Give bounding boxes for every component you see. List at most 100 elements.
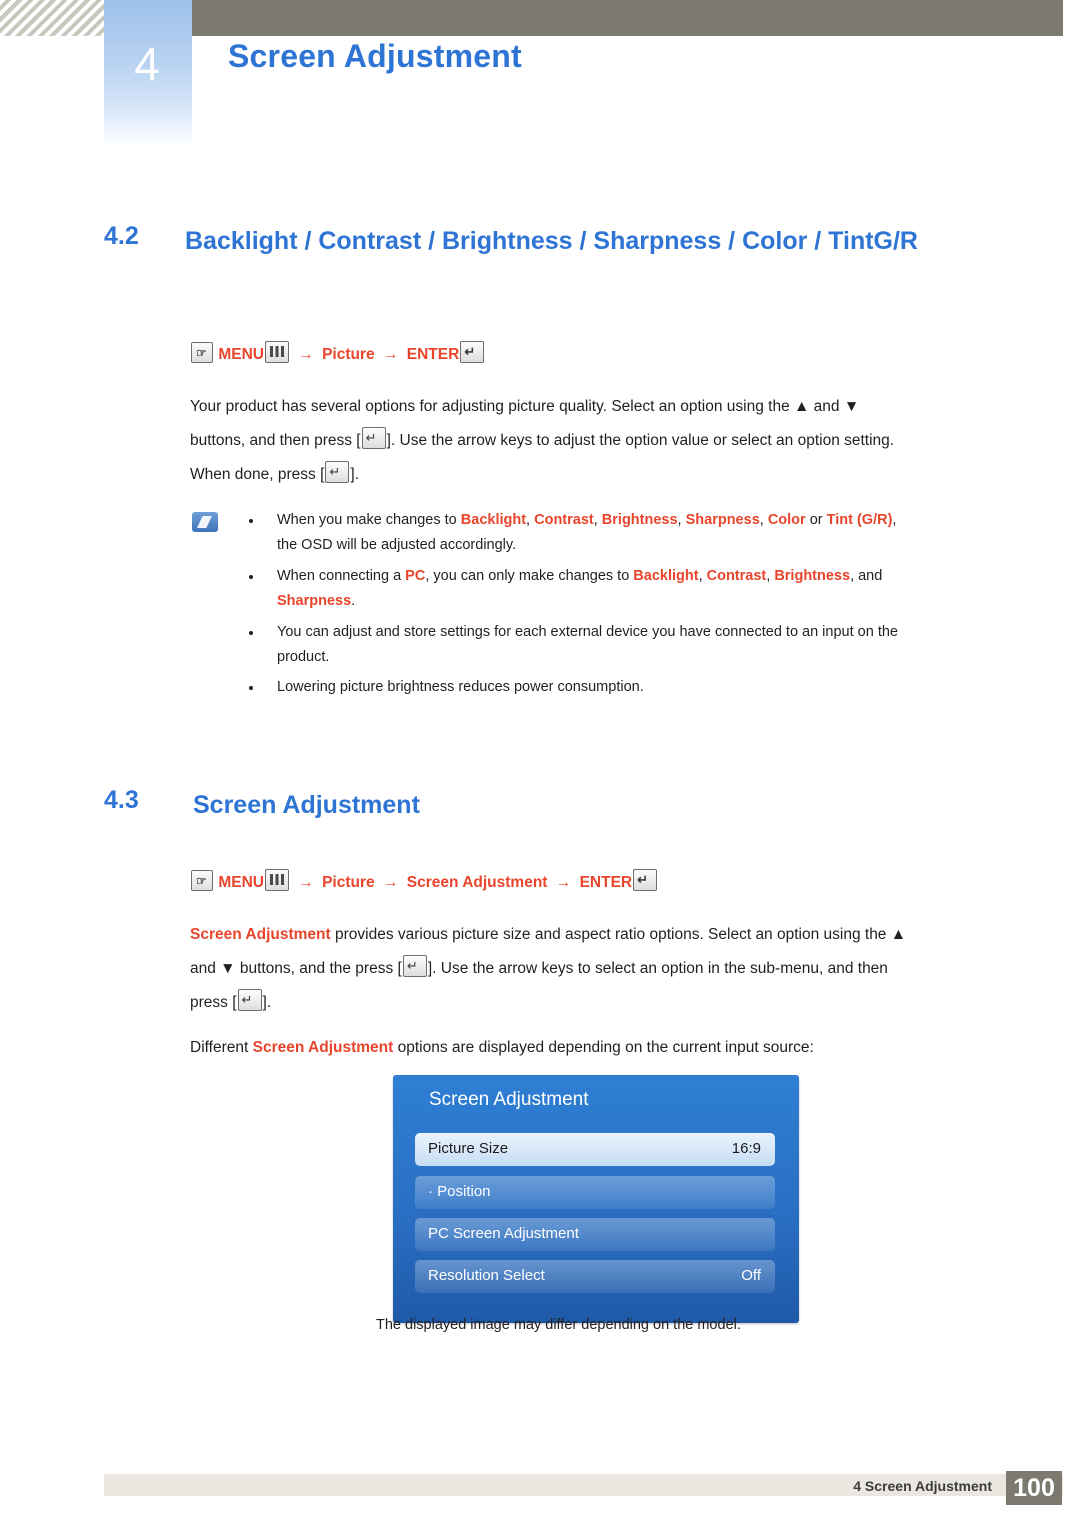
note-line-c: options are displayed depending on the c…	[393, 1039, 814, 1056]
osd-caption: The displayed image may differ depending…	[376, 1317, 741, 1333]
note-2-period: .	[351, 593, 356, 609]
osd-row-position[interactable]: · Position	[415, 1176, 775, 1209]
bullet-dot	[249, 519, 253, 523]
note-line-a: Different	[190, 1039, 253, 1056]
para-line3-b: ].	[350, 466, 360, 483]
osd-row-value: Off	[741, 1267, 761, 1284]
note-1-brightness: Brightness	[601, 512, 678, 528]
p2-text-c: ]. Use the arrow keys to select an optio…	[427, 960, 888, 977]
section-43-note-line: Different Screen Adjustment options are …	[190, 1035, 1020, 1061]
osd-screen-adjustment-panel: Screen Adjustment Picture Size 16:9 · Po…	[393, 1075, 799, 1323]
path-arrow-1: →	[298, 346, 314, 363]
note-1-sep4: ,	[759, 512, 768, 528]
bullet-dot	[249, 575, 253, 579]
path-picture: Picture	[322, 874, 375, 891]
enter-key-icon: ↵	[460, 341, 485, 363]
section-43-menu-path: ☞ MENU → Picture → Screen Adjustment → E…	[190, 869, 658, 892]
footer-page-number: 100	[1006, 1471, 1062, 1505]
note-1-sep2: ,	[593, 512, 602, 528]
note-2-brightness: Brightness	[774, 568, 851, 584]
note-item-2: When connecting a PC, you can only make …	[277, 564, 1017, 614]
arrow-up-glyph: ▲	[794, 398, 810, 415]
para-line1-b: and	[809, 398, 844, 415]
arrow-down-glyph: ▼	[843, 398, 860, 415]
note-2-sharpness: Sharpness	[277, 593, 352, 609]
menu-label: MENU	[218, 346, 264, 363]
note-line-screen-adjustment: Screen Adjustment	[252, 1039, 394, 1056]
note-1-contrast: Contrast	[534, 512, 594, 528]
menu-key-icon	[264, 869, 289, 891]
note-1-color: Color	[767, 512, 806, 528]
note-icon	[192, 512, 218, 532]
note-2-text-b: , you can only make changes to	[425, 568, 634, 584]
section-42-paragraph: Your product has several options for adj…	[190, 390, 1020, 492]
arrow-up-glyph: ▲	[890, 926, 907, 943]
chapter-title: Screen Adjustment	[228, 38, 522, 74]
note-2-contrast: Contrast	[706, 568, 767, 584]
remote-key-icon: ☞	[191, 342, 213, 363]
para-line2-a: buttons, and then press [	[190, 432, 361, 449]
p1-text-b: provides various picture size and aspect…	[330, 926, 891, 943]
p1-screen-adjustment: Screen Adjustment	[190, 926, 331, 943]
p2-text-b: buttons, and the press [	[235, 960, 402, 977]
osd-row-label: Picture Size	[428, 1140, 509, 1157]
arrow-down-glyph: ▼	[220, 960, 236, 977]
path-picture: Picture	[322, 346, 375, 363]
para-line3-a: When done, press [	[190, 466, 325, 483]
footer-text: 4 Screen Adjustment	[853, 1478, 992, 1494]
note-1-sep1: ,	[526, 512, 535, 528]
enter-key-icon: ↵	[402, 955, 427, 977]
osd-row-label: Resolution Select	[428, 1267, 545, 1284]
enter-key-icon: ↵	[633, 869, 658, 891]
note-3-line1: You can adjust and store settings for ea…	[277, 624, 898, 640]
note-2-pc: PC	[405, 568, 426, 584]
note-1-text-a: When you make changes to	[277, 512, 461, 528]
note-item-4: Lowering picture brightness reduces powe…	[277, 675, 1017, 700]
note-3-line2: product.	[277, 649, 330, 665]
note-1-line2: the OSD will be adjusted accordingly.	[277, 537, 517, 553]
chapter-number: 4	[134, 38, 160, 90]
osd-row-picture-size[interactable]: Picture Size 16:9	[415, 1133, 775, 1166]
menu-label: MENU	[218, 874, 264, 891]
p3-text-b: ].	[262, 994, 272, 1011]
path-arrow-3: →	[555, 874, 572, 891]
p3-text-a: press [	[190, 994, 237, 1011]
enter-key-icon: ↵	[325, 461, 350, 483]
note-1-tint: Tint (G/R)	[826, 512, 893, 528]
note-1-comma: ,	[892, 512, 897, 528]
enter-key-icon: ↵	[361, 427, 386, 449]
note-1-sep3: ,	[677, 512, 686, 528]
path-arrow-2: →	[382, 346, 399, 363]
section-43-paragraph: Screen Adjustment provides various pictu…	[190, 918, 1020, 1020]
path-enter: ENTER	[406, 346, 460, 363]
header-right-cap	[1063, 0, 1080, 36]
menu-key-icon	[264, 341, 289, 363]
note-1-sharpness: Sharpness	[685, 512, 760, 528]
bullet-dot	[249, 686, 253, 690]
note-2-backlight: Backlight	[633, 568, 699, 584]
bullet-dot	[249, 631, 253, 635]
header-hatch-decoration	[0, 0, 104, 36]
osd-title: Screen Adjustment	[429, 1089, 589, 1110]
section-42-menu-path: ☞ MENU → Picture → ENTER ↵	[190, 341, 485, 364]
path-arrow-2: →	[382, 874, 399, 891]
path-enter: ENTER	[579, 874, 633, 891]
para-line2-b: ]. Use the arrow keys to adjust the opti…	[386, 432, 895, 449]
path-screen-adjustment: Screen Adjustment	[406, 874, 548, 891]
osd-row-pc-screen-adjustment[interactable]: PC Screen Adjustment	[415, 1218, 775, 1251]
osd-row-resolution-select[interactable]: Resolution Select Off	[415, 1260, 775, 1293]
section-42-number: 4.2	[104, 222, 139, 250]
section-42-title: Backlight / Contrast / Brightness / Shar…	[185, 227, 918, 255]
osd-row-label: · Position	[428, 1183, 491, 1200]
path-arrow-1: →	[298, 874, 314, 891]
note-2-text-c: , and	[850, 568, 883, 584]
p2-text-a: and	[190, 960, 221, 977]
para-line1-a: Your product has several options for adj…	[190, 398, 795, 415]
note-item-1: When you make changes to Backlight, Cont…	[277, 508, 1017, 558]
note-1-or: or	[805, 512, 827, 528]
section-43-number: 4.3	[104, 786, 139, 814]
note-item-3: You can adjust and store settings for ea…	[277, 620, 1022, 670]
note-1-backlight: Backlight	[460, 512, 527, 528]
note-4-line1: Lowering picture brightness reduces powe…	[277, 679, 644, 695]
remote-key-icon: ☞	[191, 870, 213, 891]
